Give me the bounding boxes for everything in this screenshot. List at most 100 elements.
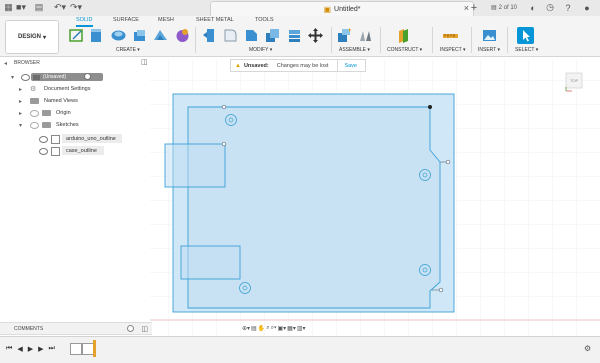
browser-item-named-views[interactable]: ▸ Named Views — [0, 95, 150, 107]
fit-icon[interactable]: ⌕▾ — [271, 325, 277, 332]
revolve-icon[interactable] — [110, 27, 127, 44]
timeline-sketch-feature[interactable] — [70, 343, 82, 355]
visibility-icon[interactable] — [39, 136, 48, 143]
sketch-label: arduino_uno_outline — [66, 136, 116, 142]
browser-item-origin[interactable]: ▸ Origin — [0, 107, 150, 119]
loft-icon[interactable] — [152, 27, 169, 44]
visibility-icon[interactable] — [30, 122, 39, 129]
browser-item-document-settings[interactable]: ▸ ⚙ Document Settings — [0, 83, 150, 95]
move-icon[interactable] — [307, 27, 324, 44]
grid-settings-icon[interactable]: ▦▾ — [287, 325, 296, 332]
activate-radio-icon[interactable] — [84, 73, 91, 80]
visibility-icon[interactable] — [21, 74, 30, 81]
new-tab-button[interactable]: + — [469, 2, 479, 14]
chevron-right-icon[interactable]: ▸ — [19, 98, 22, 105]
version-icon: ▤ — [490, 5, 497, 11]
chevron-right-icon[interactable]: ▸ — [19, 110, 22, 117]
tab-mesh[interactable]: MESH — [158, 17, 174, 23]
gear-icon[interactable]: ⚙ — [584, 344, 591, 353]
collapse-icon[interactable]: ◂ — [4, 60, 7, 67]
visibility-icon[interactable] — [30, 110, 39, 117]
sketch-point[interactable] — [445, 159, 451, 165]
next-step-icon[interactable]: ▶ — [38, 345, 43, 353]
offset-plane-icon[interactable] — [395, 27, 412, 44]
joint-icon[interactable] — [357, 27, 374, 44]
pan-icon[interactable]: ✋ — [258, 325, 265, 332]
tab-tools[interactable]: TOOLS — [255, 17, 274, 23]
sketch-label: case_outline — [66, 148, 97, 154]
profile-avatar[interactable]: ● — [582, 2, 592, 13]
chevron-down-icon[interactable]: ▾ — [19, 122, 22, 129]
first-step-icon[interactable]: ⏮ — [6, 345, 12, 353]
insert-image-icon[interactable] — [481, 27, 498, 44]
zoom-icon[interactable]: ⌕ — [266, 325, 269, 332]
construct-menu[interactable]: CONSTRUCT ▾ — [387, 47, 422, 53]
undo-icon[interactable]: ↶▾ — [54, 2, 66, 13]
timeline-bar: ⏮ ◀ ▶ ▶ ⏭ ⚙ — [0, 336, 600, 363]
visibility-icon[interactable] — [39, 148, 48, 155]
previous-step-icon[interactable]: ◀ — [17, 345, 22, 353]
combine-icon[interactable] — [286, 27, 303, 44]
last-step-icon[interactable]: ⏭ — [48, 345, 54, 353]
select-icon[interactable] — [517, 27, 534, 44]
comments-panel[interactable]: COMMENTS ◫ — [0, 322, 152, 335]
sweep-icon[interactable] — [131, 27, 148, 44]
sketch-point[interactable] — [438, 287, 444, 293]
sketch-point[interactable] — [221, 141, 227, 147]
tab-solid[interactable]: SOLID — [76, 17, 93, 23]
viewcube-icon[interactable]: TOP — [562, 70, 586, 94]
save-icon[interactable]: ▤ — [35, 2, 44, 13]
play-icon[interactable]: ▶ — [28, 345, 33, 353]
bell-icon[interactable]: ◐ — [528, 2, 538, 13]
file-menu-icon[interactable]: ■▾ — [15, 2, 27, 13]
sketch-icon — [51, 135, 60, 144]
panel-toggle-icon[interactable]: ◫ — [141, 325, 148, 333]
shell-icon[interactable] — [264, 27, 281, 44]
look-at-icon[interactable]: ▤ — [251, 325, 257, 332]
create-menu[interactable]: CREATE ▾ — [116, 47, 140, 53]
fillet-icon[interactable] — [222, 27, 239, 44]
root-component-badge: (Unsaved) — [31, 73, 103, 81]
usb-connector-profile[interactable] — [164, 143, 226, 188]
sketch-item-case-outline[interactable]: case_outline — [0, 145, 150, 157]
tab-sheet-metal[interactable]: SHEET METAL — [196, 17, 234, 23]
display-settings-icon[interactable]: ▣▾ — [277, 325, 286, 332]
power-jack-profile[interactable] — [180, 245, 241, 280]
save-link[interactable]: Save — [344, 63, 357, 69]
sketch-point[interactable] — [221, 104, 227, 110]
workspace-switcher[interactable]: DESIGN ▾ — [5, 20, 59, 54]
assemble-menu[interactable]: ASSEMBLE ▾ — [339, 47, 370, 53]
chevron-down-icon[interactable]: ▾ — [11, 74, 14, 81]
measure-icon[interactable] — [442, 27, 459, 44]
add-comment-icon[interactable] — [127, 325, 135, 332]
chamfer-icon[interactable] — [243, 27, 260, 44]
toolbar-divider — [471, 27, 472, 53]
extrude-icon[interactable] — [88, 27, 105, 44]
tab-surface[interactable]: SURFACE — [113, 17, 139, 23]
viewports-icon[interactable]: ▥▾ — [297, 325, 306, 332]
sketch-point[interactable] — [428, 105, 432, 109]
select-menu[interactable]: SELECT ▾ — [515, 47, 538, 53]
browser-root[interactable]: ▾ (Unsaved) — [0, 71, 150, 83]
create-sketch-icon[interactable] — [68, 27, 85, 44]
chevron-right-icon[interactable]: ▸ — [19, 86, 22, 93]
timeline-marker-icon[interactable] — [93, 340, 96, 357]
navigation-bar: ⊕▾ ▤ ✋ ⌕ ⌕▾ ▣▾ ▦▾ ▥▾ — [242, 323, 360, 334]
panel-toggle-icon[interactable]: ◫ — [141, 58, 148, 66]
new-component-icon[interactable] — [336, 27, 353, 44]
version-indicator[interactable]: ▤ 2 of 10 — [486, 2, 522, 13]
redo-icon[interactable]: ↷▾ — [70, 2, 82, 13]
inspect-menu[interactable]: INSPECT ▾ — [440, 47, 466, 53]
orbit-icon[interactable]: ⊕▾ — [242, 325, 250, 332]
sketch-item-arduino-uno-outline[interactable]: arduino_uno_outline — [0, 133, 150, 145]
browser-item-sketches[interactable]: ▾ Sketches — [0, 119, 150, 131]
press-pull-icon[interactable] — [201, 27, 218, 44]
help-icon[interactable]: ? — [563, 2, 573, 13]
form-icon[interactable] — [174, 27, 191, 44]
app-grid-icon[interactable]: ▦ — [4, 2, 13, 13]
modify-menu[interactable]: MODIFY ▾ — [249, 47, 272, 53]
modify-label: MODIFY — [249, 47, 269, 53]
document-tab[interactable]: ▣ Untitled* × — [210, 1, 474, 16]
job-status-icon[interactable]: ◷ — [545, 2, 555, 13]
insert-menu[interactable]: INSERT ▾ — [478, 47, 500, 53]
